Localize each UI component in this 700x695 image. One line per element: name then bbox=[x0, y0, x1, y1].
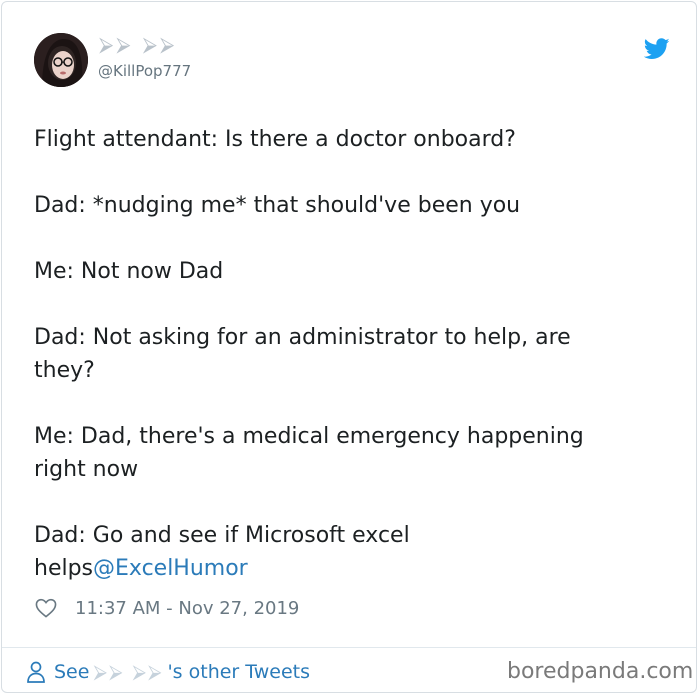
footer-display-name: ⮚⮚ ⮚⮚ bbox=[93, 661, 164, 683]
mention-link[interactable]: @ExcelHumor bbox=[93, 556, 248, 581]
watermark: boredpanda.com bbox=[507, 659, 694, 684]
see-label: See bbox=[54, 661, 90, 683]
tweet-body: Flight attendant: Is there a doctor onbo… bbox=[34, 127, 584, 581]
heart-icon[interactable] bbox=[35, 598, 57, 618]
display-name[interactable]: ⮚⮚ ⮚⮚ bbox=[99, 32, 177, 56]
person-icon bbox=[27, 661, 45, 683]
other-tweets-label: 's other Tweets bbox=[167, 661, 310, 683]
tweet-meta: 11:37 AM - Nov 27, 2019 bbox=[35, 596, 299, 620]
tweet-card: ⮚⮚ ⮚⮚ @KillPop777 Flight attendant: Is t… bbox=[1, 1, 697, 693]
tweet-timestamp[interactable]: 11:37 AM - Nov 27, 2019 bbox=[75, 598, 299, 619]
see-other-tweets-link[interactable]: See ⮚⮚ ⮚⮚ 's other Tweets bbox=[26, 657, 310, 687]
divider bbox=[2, 647, 696, 648]
tweet-text: Flight attendant: Is there a doctor onbo… bbox=[34, 123, 654, 585]
user-handle[interactable]: @KillPop777 bbox=[98, 62, 191, 80]
twitter-bird-icon[interactable] bbox=[644, 38, 670, 60]
avatar[interactable] bbox=[34, 33, 88, 87]
